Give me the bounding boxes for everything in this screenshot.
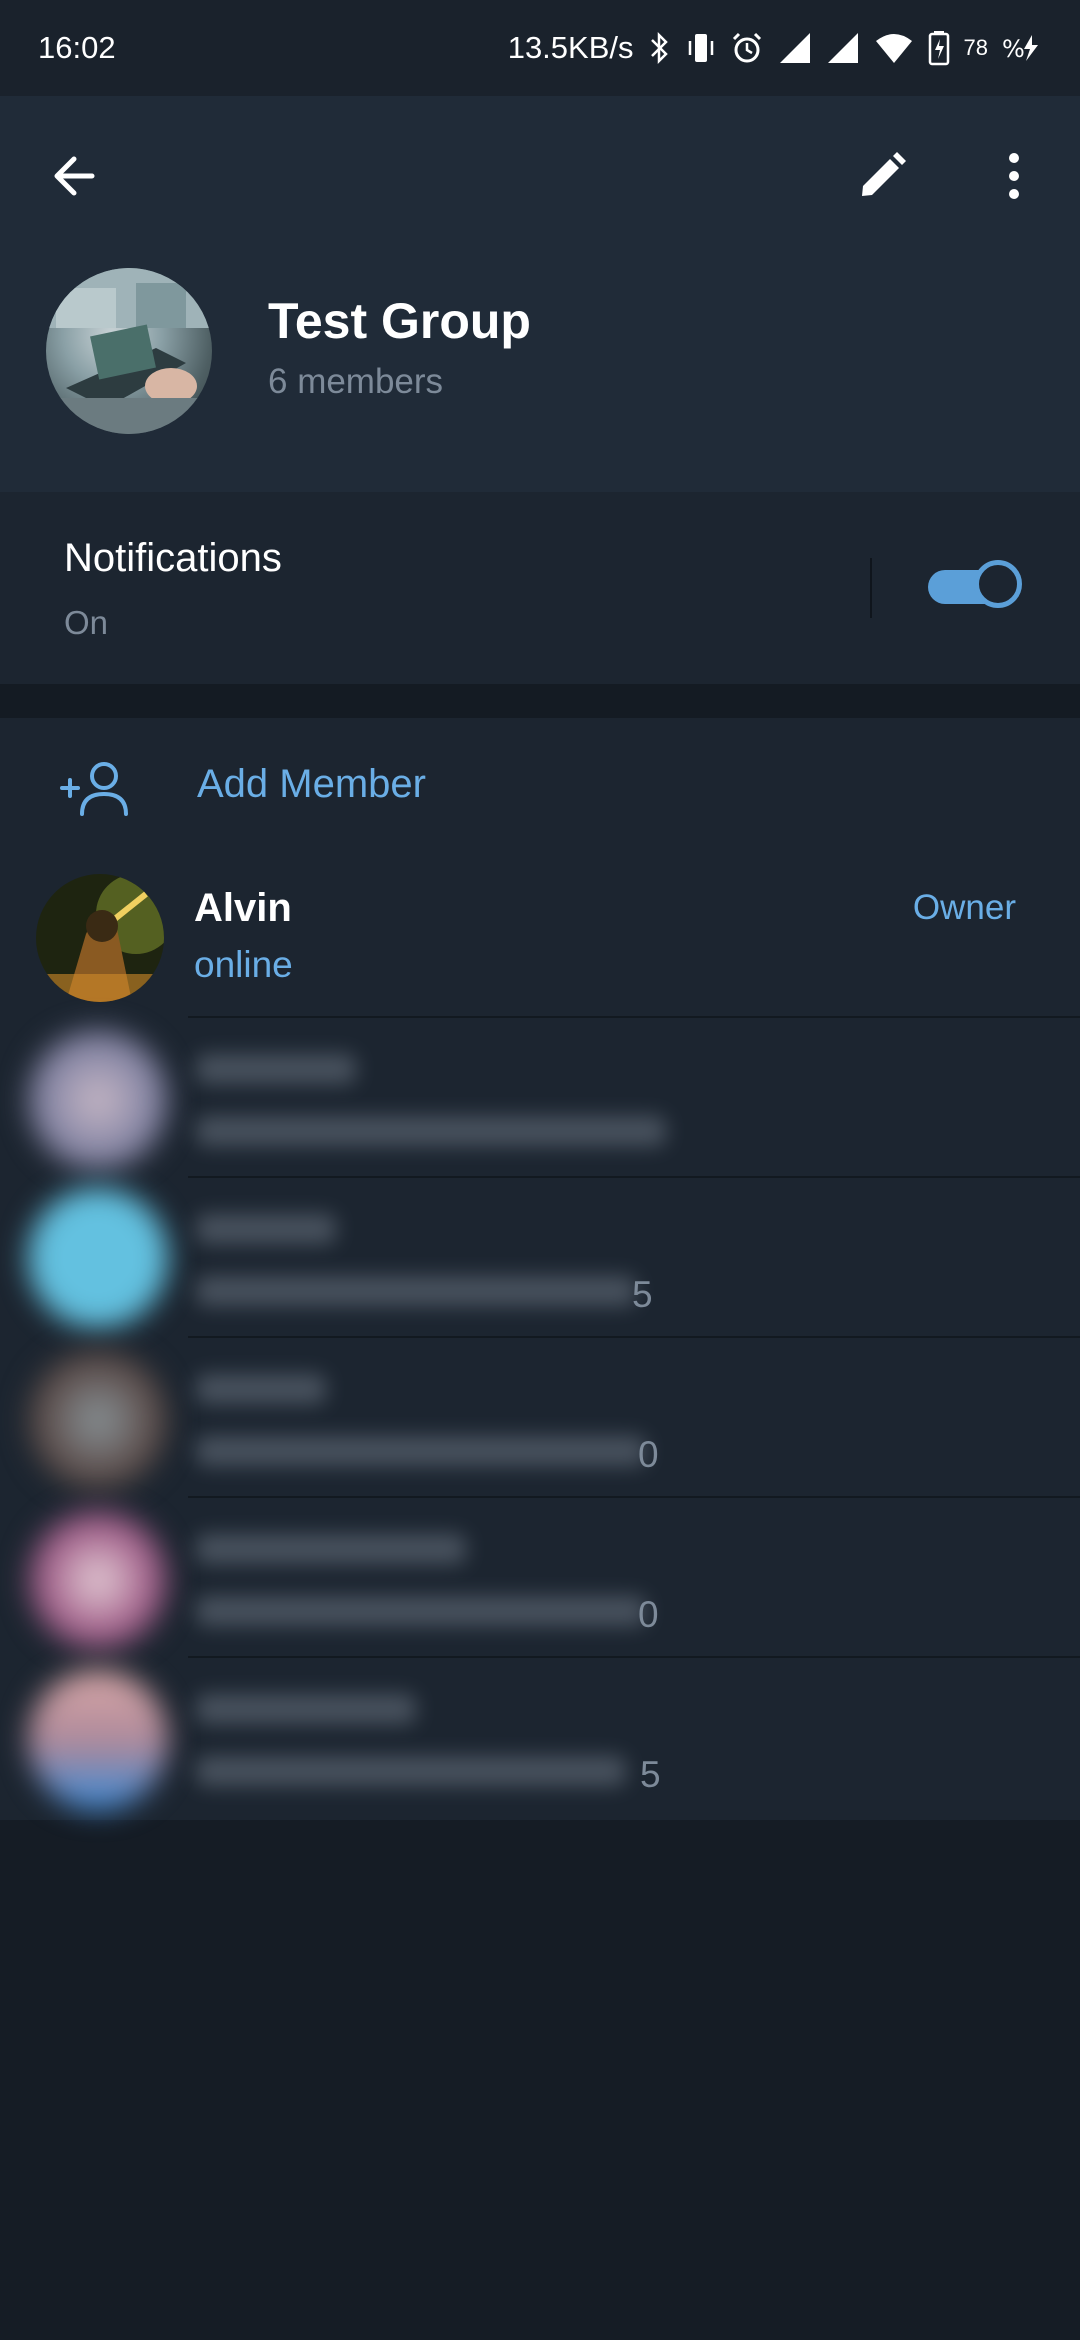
add-member-label: Add Member	[197, 762, 426, 806]
member-name: Alvin	[194, 886, 292, 930]
alarm-icon	[730, 31, 764, 65]
notifications-row[interactable]: Notifications On	[0, 492, 1080, 684]
section-gap	[0, 684, 1080, 718]
redacted-name	[196, 1214, 336, 1244]
add-person-icon	[58, 758, 132, 818]
member-row-blurred[interactable]: 0	[0, 1338, 1080, 1498]
signal-icon	[826, 31, 860, 65]
group-avatar[interactable]	[46, 268, 212, 434]
vibrate-icon	[686, 31, 716, 65]
avatar	[36, 874, 164, 1002]
avatar	[28, 1670, 168, 1810]
add-member-row[interactable]: Add Member	[0, 718, 1080, 858]
bluetooth-icon	[648, 31, 672, 65]
redacted-name	[196, 1054, 356, 1084]
member-count: 6 members	[268, 362, 444, 401]
status-tail: 5	[640, 1754, 661, 1795]
redacted-name	[196, 1374, 326, 1404]
member-status: online	[194, 944, 293, 985]
wifi-icon	[874, 31, 914, 65]
edit-button[interactable]	[852, 146, 912, 206]
arrow-left-icon	[54, 156, 95, 196]
member-role-badge: Owner	[912, 888, 1016, 927]
redacted-status	[196, 1436, 646, 1466]
member-row-blurred[interactable]: 0	[0, 1498, 1080, 1658]
redacted-status	[196, 1596, 646, 1626]
redacted-status	[196, 1116, 666, 1146]
status-bar: 16:02 13.5KB/s 78 %	[0, 0, 1080, 96]
charging-icon: %	[1002, 31, 1042, 65]
pencil-icon	[862, 152, 906, 196]
back-button[interactable]	[46, 146, 106, 206]
avatar	[28, 1350, 168, 1490]
battery-level: 78	[963, 35, 988, 60]
member-row-blurred[interactable]	[0, 1018, 1080, 1178]
more-vertical-icon	[1009, 153, 1019, 199]
status-tail: 0	[638, 1594, 659, 1635]
members-section: Add Member Alvin online Owner 5 0 0 5	[0, 718, 1080, 1820]
member-row-owner[interactable]: Alvin online Owner	[0, 858, 1080, 1018]
notifications-label: Notifications	[64, 536, 282, 580]
redacted-name	[196, 1534, 466, 1564]
divider	[870, 558, 872, 618]
redacted-status	[196, 1276, 636, 1306]
avatar	[28, 1510, 168, 1650]
more-options-button[interactable]	[994, 146, 1034, 206]
member-row-blurred[interactable]: 5	[0, 1178, 1080, 1338]
status-tail: 5	[632, 1274, 653, 1315]
status-time: 16:02	[38, 30, 116, 65]
status-icons: 13.5KB/s 78 %	[508, 30, 1042, 66]
group-header: Test Group 6 members	[0, 96, 1080, 492]
net-speed: 13.5KB/s	[507, 30, 634, 65]
battery-icon	[928, 30, 950, 66]
signal-icon	[778, 31, 812, 65]
avatar	[28, 1030, 168, 1170]
redacted-name	[196, 1694, 416, 1724]
notifications-toggle[interactable]	[928, 558, 1022, 614]
avatar	[28, 1188, 168, 1328]
status-tail: 0	[638, 1434, 659, 1475]
group-photo	[46, 268, 212, 434]
notifications-value: On	[64, 604, 109, 641]
member-row-blurred[interactable]: 5	[0, 1658, 1080, 1818]
toggle-knob	[974, 560, 1022, 608]
group-title: Test Group	[268, 293, 531, 349]
redacted-status	[196, 1756, 626, 1786]
svg-text:%: %	[1002, 35, 1025, 63]
